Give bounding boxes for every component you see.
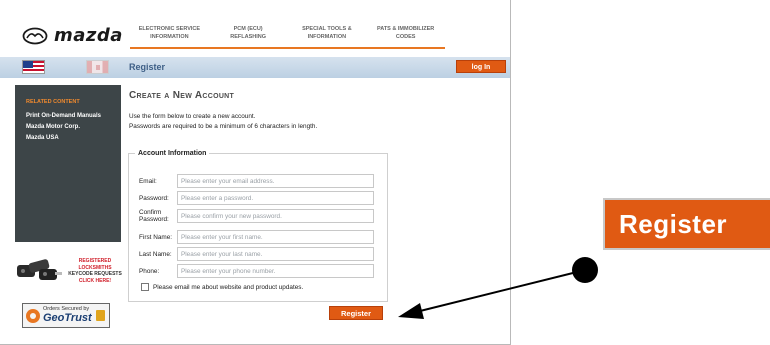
- canada-flag-icon[interactable]: [86, 60, 109, 74]
- password-field[interactable]: [177, 191, 374, 205]
- first-name-row: First Name:: [139, 230, 374, 244]
- confirm-password-label: Confirm Password:: [139, 209, 169, 223]
- browser-page: mazda Electronic Service Information PCM …: [0, 0, 511, 345]
- email-row: Email:: [139, 174, 374, 188]
- email-updates-checkbox[interactable]: [141, 283, 149, 291]
- confirm-password-row: Confirm Password:: [139, 209, 374, 223]
- top-navigation: Electronic Service Information PCM (ECU) R…: [130, 25, 445, 49]
- geotrust-seal[interactable]: Orders Secured by GeoTrust: [22, 303, 110, 328]
- password-label: Password:: [139, 194, 169, 202]
- pointer-dot-icon: [572, 257, 598, 283]
- intro-text: Use the form below to create a new accou…: [129, 113, 318, 130]
- register-button[interactable]: Register: [329, 306, 383, 320]
- last-name-row: Last Name:: [139, 247, 374, 261]
- sidebar-link-mazda-motor[interactable]: Mazda Motor Corp.: [26, 122, 101, 133]
- account-information-form: Account Information Email: Password: Con…: [128, 150, 388, 302]
- nav-pats-immobilizer[interactable]: PATS & Immobilizer Codes: [366, 25, 445, 47]
- last-name-field[interactable]: [177, 247, 374, 261]
- first-name-label: First Name:: [139, 233, 173, 241]
- lock-icon: [96, 310, 105, 321]
- mazda-logo-icon: [22, 27, 48, 44]
- keys-icon: [17, 259, 62, 280]
- locksmith-banner[interactable]: REGISTERED LOCKSMITHS KEYCODE REQUESTS C…: [15, 252, 125, 292]
- email-label: Email:: [139, 177, 157, 185]
- geotrust-icon: [26, 309, 40, 323]
- nav-pcm-reflashing[interactable]: PCM (ECU) Reflashing: [209, 25, 288, 47]
- password-row: Password:: [139, 191, 374, 205]
- sidebar: Related Content Print On-Demand Manuals …: [15, 85, 121, 242]
- locksmith-text: REGISTERED LOCKSMITHS KEYCODE REQUESTS C…: [68, 258, 122, 284]
- nav-electronic-service[interactable]: Electronic Service Information: [130, 25, 209, 47]
- phone-field[interactable]: [177, 264, 374, 278]
- nav-special-tools[interactable]: Special Tools & Information: [288, 25, 367, 47]
- login-button[interactable]: log In: [456, 60, 506, 73]
- page-section-title: Register: [129, 62, 166, 72]
- form-legend: Account Information: [138, 150, 207, 157]
- sidebar-link-mazda-usa[interactable]: Mazda USA: [26, 133, 101, 144]
- first-name-field[interactable]: [177, 230, 374, 244]
- email-updates-option: Please email me about website and produc…: [141, 283, 303, 291]
- header-bar: [0, 57, 510, 78]
- mazda-logo[interactable]: mazda: [22, 25, 123, 46]
- phone-row: Phone:: [139, 264, 374, 278]
- us-flag-icon[interactable]: [22, 60, 45, 74]
- confirm-password-field[interactable]: [177, 209, 374, 223]
- related-links: Print On-Demand Manuals Mazda Motor Corp…: [26, 111, 101, 144]
- last-name-label: Last Name:: [139, 250, 172, 258]
- related-content-title: Related Content: [26, 99, 80, 105]
- phone-label: Phone:: [139, 267, 160, 275]
- sidebar-link-manuals[interactable]: Print On-Demand Manuals: [26, 111, 101, 122]
- brand-name: mazda: [54, 25, 123, 46]
- register-button-zoom: Register: [603, 198, 770, 250]
- email-field[interactable]: [177, 174, 374, 188]
- email-updates-label: Please email me about website and produc…: [153, 283, 304, 291]
- page-title: Create a New Account: [129, 90, 235, 101]
